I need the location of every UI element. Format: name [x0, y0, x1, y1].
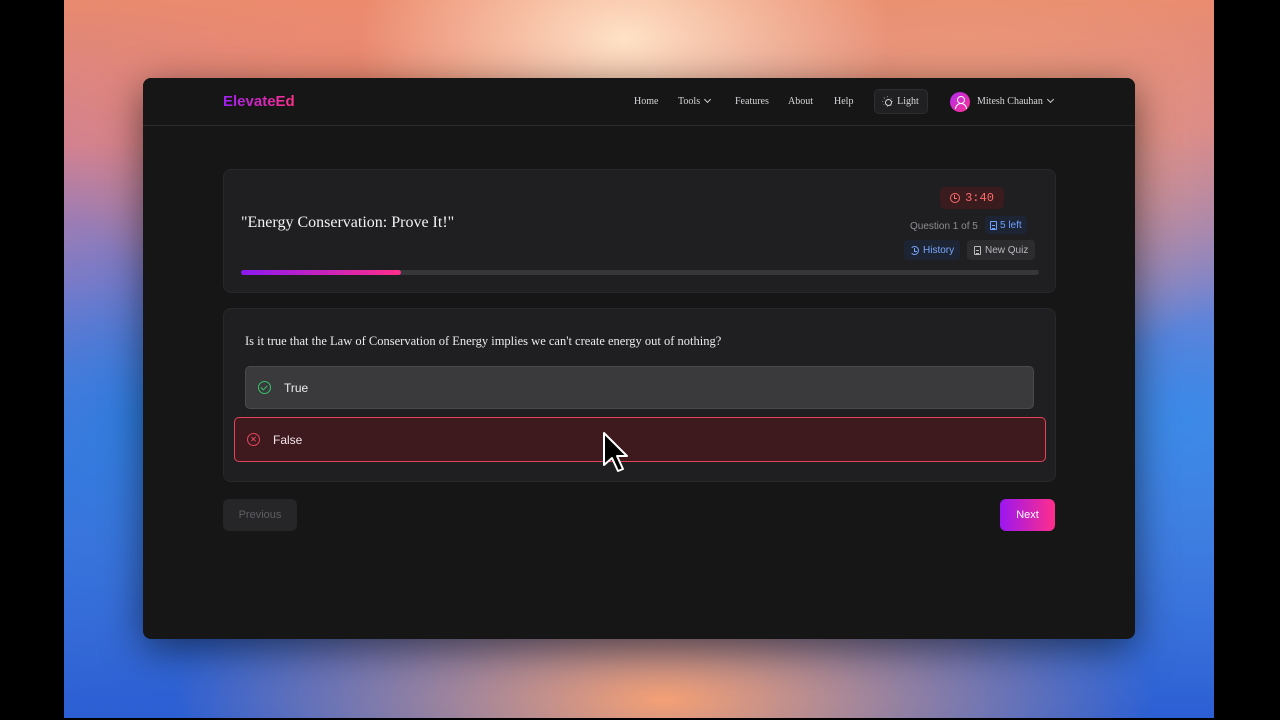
answer-option-true[interactable]: True	[245, 366, 1034, 409]
x-circle-icon	[247, 433, 260, 446]
user-menu[interactable]: Mitesh Chauhan	[977, 95, 1054, 107]
nav-about[interactable]: About	[788, 96, 813, 107]
nav-features[interactable]: Features	[735, 96, 769, 107]
top-navbar: ElevateEd Home Tools Features About Help…	[143, 78, 1135, 126]
next-button[interactable]: Next	[1000, 499, 1055, 531]
question-card: Is it true that the Law of Conservation …	[223, 308, 1056, 482]
quiz-header-card: "Energy Conservation: Prove It!" 3:40 Qu…	[223, 169, 1056, 293]
clock-icon	[950, 193, 961, 203]
answer-option-label: False	[273, 432, 303, 447]
nav-tools-label: Tools	[678, 96, 701, 107]
theme-toggle-label: Light	[897, 96, 919, 107]
nav-home[interactable]: Home	[634, 96, 658, 107]
user-name: Mitesh Chauhan	[977, 96, 1043, 107]
chevron-down-icon	[1046, 95, 1054, 104]
browser-window: ElevateEd Home Tools Features About Help…	[143, 78, 1135, 639]
answer-option-false[interactable]: False	[234, 417, 1046, 462]
timer-value: 3:40	[965, 191, 994, 205]
previous-button[interactable]: Previous	[223, 499, 297, 531]
nav-help[interactable]: Help	[834, 96, 853, 107]
history-icon	[910, 245, 919, 255]
quiz-timer: 3:40	[940, 187, 1004, 209]
nav-tools[interactable]: Tools	[678, 95, 712, 107]
document-icon	[974, 245, 981, 255]
answer-option-label: True	[284, 380, 309, 395]
new-quiz-label: New Quiz	[985, 244, 1029, 256]
mouse-pointer-icon	[603, 432, 628, 472]
remaining-badge: 5 left	[985, 216, 1027, 234]
check-circle-icon	[258, 381, 271, 394]
quiz-title: "Energy Conservation: Prove It!"	[241, 214, 455, 231]
remaining-label: 5 left	[1000, 219, 1022, 231]
document-icon	[990, 220, 997, 230]
quiz-progress-bar	[241, 270, 1039, 275]
quiz-progress-fill	[241, 270, 401, 275]
history-label: History	[923, 244, 955, 256]
question-text: Is it true that the Law of Conservation …	[245, 334, 722, 348]
sun-icon	[883, 97, 893, 106]
theme-toggle-button[interactable]: Light	[874, 89, 928, 114]
user-avatar-icon[interactable]	[950, 92, 970, 112]
app-logo[interactable]: ElevateEd	[223, 93, 295, 110]
new-quiz-button[interactable]: New Quiz	[967, 240, 1036, 260]
question-counter: Question 1 of 5	[910, 221, 978, 232]
chevron-down-icon	[704, 95, 712, 104]
history-button[interactable]: History	[904, 240, 961, 260]
